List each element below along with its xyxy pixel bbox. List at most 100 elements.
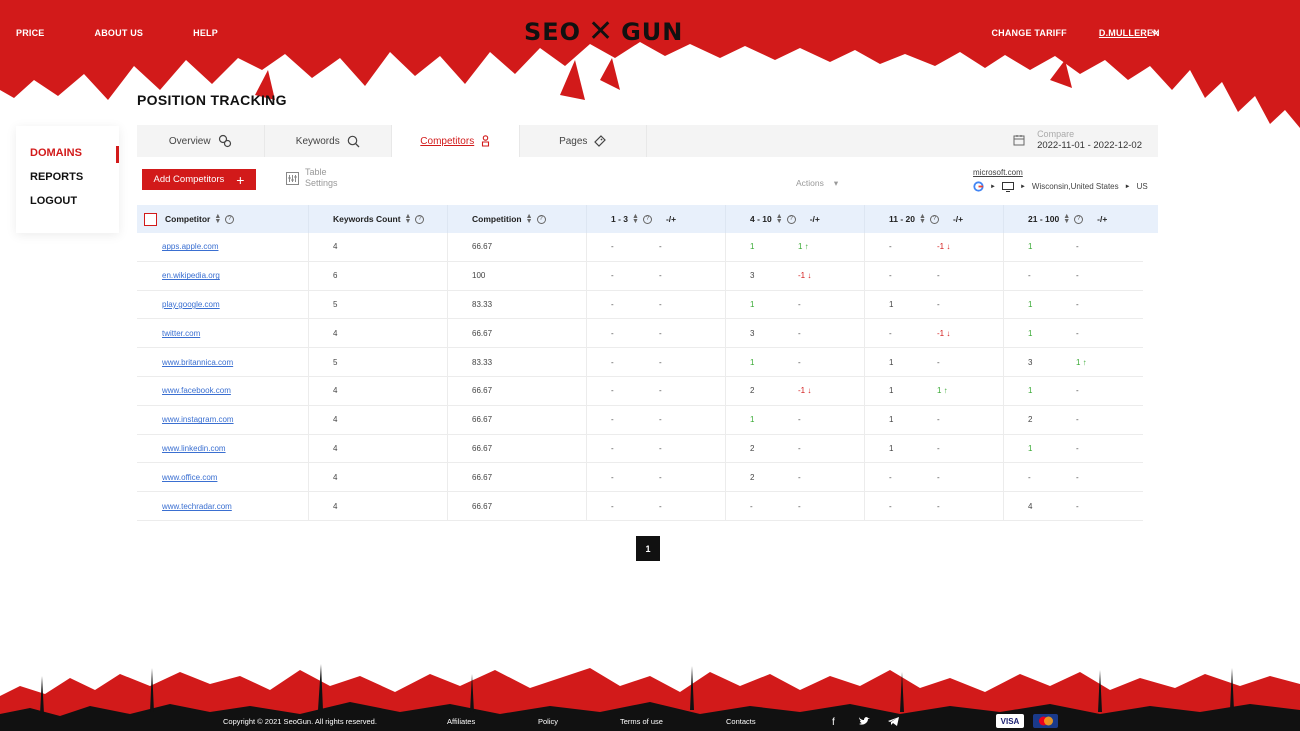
twitter-icon[interactable] — [859, 717, 870, 726]
tab-competitors[interactable]: Competitors — [392, 125, 520, 157]
footer-contacts-link[interactable]: Contacts — [726, 717, 756, 726]
header-competitor[interactable]: Competitor ▲ ▼ ? — [137, 205, 309, 233]
range-delta: - — [1076, 472, 1079, 482]
header-range-1-3[interactable]: 1 - 3 ▲ ▼ ? -/+ — [587, 205, 726, 233]
target-domain-info: microsoft.com ► ► Wisconsin,United State… — [973, 168, 1148, 192]
range-delta: - — [937, 271, 940, 281]
range-value: - — [611, 357, 614, 367]
range-delta: -1 ↓ — [937, 242, 951, 252]
help-icon[interactable]: ? — [1074, 214, 1084, 224]
add-competitors-button[interactable]: Add Competitors + — [142, 169, 256, 190]
help-icon[interactable]: ? — [642, 214, 652, 224]
sort-icon[interactable]: ▲ ▼ — [526, 213, 533, 225]
actions-dropdown[interactable]: Actions ▾ — [796, 178, 838, 189]
sidebar: DOMAINS REPORTS LOGOUT — [16, 126, 119, 233]
help-icon[interactable]: ? — [536, 214, 546, 224]
tab-overview[interactable]: Overview — [137, 125, 265, 157]
sort-icon[interactable]: ▲ ▼ — [632, 213, 639, 225]
cell-range: 2 - — [726, 463, 865, 492]
range-delta: -1 ↓ — [798, 271, 812, 281]
range-value: - — [611, 242, 614, 252]
sort-icon[interactable]: ▲ ▼ — [1063, 213, 1070, 225]
sort-icon[interactable]: ▲ ▼ — [214, 213, 221, 225]
cell-range: 1 - — [726, 290, 865, 319]
target-domain-link[interactable]: microsoft.com — [973, 168, 1148, 177]
help-icon[interactable]: ? — [225, 214, 235, 224]
range-delta: - — [937, 415, 940, 425]
header-keywords[interactable]: Keywords Count ▲ ▼ ? — [309, 205, 448, 233]
range-value: 3 — [750, 328, 755, 338]
telegram-icon[interactable] — [888, 717, 899, 726]
help-icon[interactable]: ? — [415, 214, 425, 224]
target-meta: ► ► Wisconsin,United States ► US — [973, 181, 1148, 192]
header-delta-label: -/+ — [809, 214, 820, 224]
seogun-logo[interactable]: SEO ✕ GUN — [524, 17, 683, 47]
header-competition[interactable]: Competition ▲ ▼ ? — [448, 205, 587, 233]
add-competitors-label: Add Competitors — [153, 174, 225, 185]
competitor-link[interactable]: www.linkedin.com — [162, 444, 226, 453]
competitor-link[interactable]: www.techradar.com — [162, 502, 232, 511]
tab-pages[interactable]: Pages — [519, 125, 647, 157]
tab-keywords[interactable]: Keywords — [264, 125, 392, 157]
range-value: 4 — [1028, 501, 1033, 511]
page-title: POSITION TRACKING — [137, 92, 287, 108]
footer-affiliates-link[interactable]: Affiliates — [447, 717, 475, 726]
change-tariff-link[interactable]: CHANGE TARIFF — [991, 28, 1066, 38]
table-body: apps.apple.com 4 66.67 - - 1 1 ↑ - -1 ↓ 1 … — [137, 233, 1158, 521]
competitor-link[interactable]: apps.apple.com — [162, 242, 218, 251]
cell-range: 1 - — [865, 434, 1004, 463]
help-icon[interactable]: ? — [929, 214, 939, 224]
range-value: - — [611, 415, 614, 425]
competitor-link[interactable]: www.facebook.com — [162, 386, 231, 395]
competitor-link[interactable]: twitter.com — [162, 329, 200, 338]
cell-keywords: 4 — [309, 376, 448, 405]
range-value: - — [1028, 472, 1031, 482]
cell-competition: 66.67 — [448, 405, 587, 434]
range-value: - — [889, 242, 892, 252]
competitor-link[interactable]: play.google.com — [162, 300, 220, 309]
help-icon[interactable]: ? — [786, 214, 796, 224]
person-icon — [482, 135, 490, 147]
pagination-page-1[interactable]: 1 — [636, 536, 660, 561]
sidebar-item-reports[interactable]: REPORTS — [16, 170, 119, 194]
header-range-4-10[interactable]: 4 - 10 ▲ ▼ ? -/+ — [726, 205, 865, 233]
header-range-21-100[interactable]: 21 - 100 ▲ ▼ ? -/+ — [1004, 205, 1143, 233]
select-all-checkbox[interactable] — [144, 212, 157, 226]
range-value: 3 — [1028, 357, 1033, 367]
top-nav-right: CHANGE TARIFF D.MULLER — [959, 28, 1159, 38]
competitor-link[interactable]: www.britannica.com — [162, 358, 233, 367]
compare-range: 2022-11-01 - 2022-12-02 — [1037, 140, 1142, 151]
range-value: 1 — [889, 415, 894, 425]
competitor-link[interactable]: en.wikipedia.org — [162, 271, 220, 280]
footer-policy-link[interactable]: Policy — [538, 717, 558, 726]
nav-about-link[interactable]: ABOUT US — [95, 28, 144, 38]
range-delta: - — [1076, 271, 1079, 281]
cell-competition: 83.33 — [448, 348, 587, 376]
cell-competition: 66.67 — [448, 463, 587, 492]
header-range-11-20[interactable]: 11 - 20 ▲ ▼ ? -/+ — [865, 205, 1004, 233]
nav-price-link[interactable]: PRICE — [16, 28, 45, 38]
table-settings-button[interactable]: Table Settings — [286, 167, 338, 189]
range-value: - — [750, 501, 753, 511]
footer-terms-link[interactable]: Terms of use — [620, 717, 663, 726]
calendar-icon — [1013, 135, 1025, 146]
compare-date-picker[interactable]: Compare 2022-11-01 - 2022-12-02 — [1013, 129, 1142, 151]
sort-icon[interactable]: ▲ ▼ — [405, 213, 412, 225]
range-value: 1 — [1028, 299, 1033, 309]
competitor-link[interactable]: www.office.com — [162, 473, 217, 482]
sort-icon[interactable]: ▲ ▼ — [776, 213, 783, 225]
compare-label: Compare — [1037, 129, 1075, 139]
cell-competitor: www.linkedin.com — [137, 434, 309, 463]
competitor-link[interactable]: www.instagram.com — [162, 415, 234, 424]
nav-help-link[interactable]: HELP — [193, 28, 218, 38]
language-switcher[interactable]: EN — [1147, 28, 1160, 38]
settings-label: Settings — [305, 178, 338, 188]
cell-range: - - — [587, 319, 726, 348]
arrow-right-icon-2: ► — [1019, 183, 1026, 190]
sidebar-item-logout[interactable]: LOGOUT — [16, 194, 119, 218]
cell-range: 2 - — [1004, 406, 1143, 434]
sort-icon[interactable]: ▲ ▼ — [919, 213, 926, 225]
cell-competitor: apps.apple.com — [137, 233, 309, 261]
sidebar-item-domains[interactable]: DOMAINS — [16, 146, 119, 170]
facebook-icon[interactable]: f — [832, 717, 835, 728]
